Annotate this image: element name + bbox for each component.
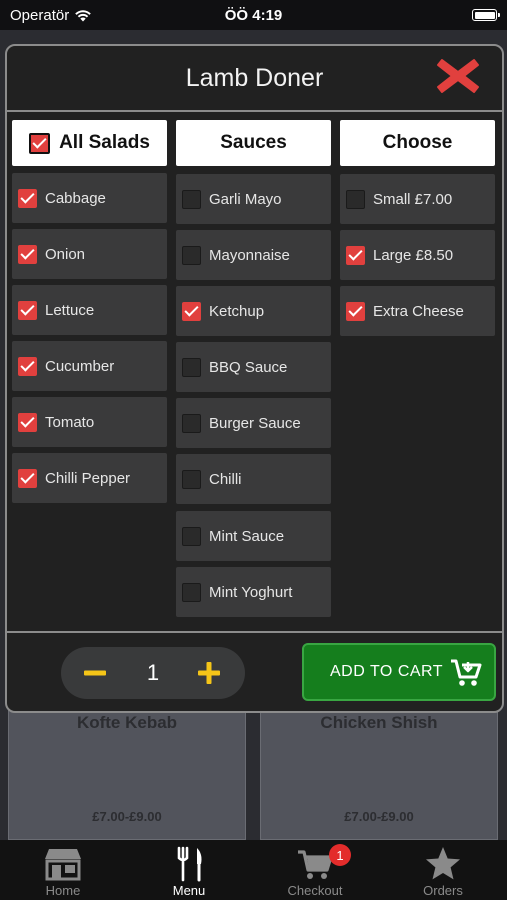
sauces-header: Sauces	[176, 120, 331, 166]
option-label: Small £7.00	[373, 190, 453, 208]
status-left: Operatör	[10, 7, 92, 24]
store-icon	[45, 849, 81, 881]
option-cabbage[interactable]: Cabbage	[12, 173, 167, 223]
checkbox[interactable]	[182, 469, 201, 489]
fork-knife-icon	[177, 846, 202, 882]
checkbox[interactable]	[346, 301, 365, 321]
option-label: Ketchup	[209, 302, 265, 320]
checkbox[interactable]	[182, 582, 201, 602]
checkbox[interactable]	[182, 301, 201, 321]
wifi-icon	[75, 9, 92, 21]
option-mint-sauce[interactable]: Mint Sauce	[176, 511, 331, 561]
column-header-label: All Salads	[59, 132, 150, 153]
option-label: Cabbage	[45, 189, 106, 207]
modal-footer: 1 ADD TO CART	[7, 631, 502, 711]
tab-orders[interactable]: Orders	[380, 840, 506, 900]
checkbox[interactable]	[182, 245, 201, 265]
quantity-value: 1	[146, 660, 160, 685]
checkbox[interactable]	[18, 244, 37, 264]
star-icon	[426, 847, 460, 880]
plus-icon[interactable]	[191, 655, 227, 691]
option-tomato[interactable]: Tomato	[12, 397, 167, 447]
column-header-label: Sauces	[220, 132, 287, 153]
option-large[interactable]: Large £8.50	[340, 230, 495, 280]
modal-header: Lamb Doner	[7, 46, 502, 112]
option-label: Tomato	[45, 413, 95, 431]
choose-header: Choose	[340, 120, 495, 166]
battery-fill	[474, 11, 495, 19]
option-burger-sauce[interactable]: Burger Sauce	[176, 398, 331, 448]
tab-label: Home	[45, 883, 81, 898]
checkbox[interactable]	[18, 356, 37, 376]
product-options-modal: Lamb Doner All Salads Sauces Choose Cabb…	[5, 44, 504, 713]
all-salads-header[interactable]: All Salads	[12, 120, 167, 166]
option-chilli-pepper[interactable]: Chilli Pepper	[12, 453, 167, 503]
tab-label: Checkout	[287, 883, 343, 898]
option-label: Mint Sauce	[209, 527, 285, 545]
add-to-cart-button[interactable]: ADD TO CART	[302, 643, 496, 701]
option-ketchup[interactable]: Ketchup	[176, 286, 331, 336]
option-label: Cucumber	[45, 357, 115, 375]
cart-count-badge: 1	[329, 844, 351, 866]
tab-home[interactable]: Home	[0, 840, 126, 900]
option-label: Chilli	[209, 470, 242, 488]
checkbox[interactable]	[18, 300, 37, 320]
menu-card-chicken-shish[interactable]: Chicken Shish £7.00-£9.00	[260, 700, 498, 840]
menu-card-title: Kofte Kebab	[76, 713, 178, 732]
tab-label: Orders	[423, 883, 463, 898]
option-label: Garli Mayo	[209, 190, 282, 208]
option-garli-mayo[interactable]: Garli Mayo	[176, 174, 331, 224]
tab-bar: Home Menu 1 Checkout Orders	[0, 840, 507, 900]
option-label: Mint Yoghurt	[209, 583, 293, 601]
option-extra-cheese[interactable]: Extra Cheese	[340, 286, 495, 336]
all-salads-checkbox[interactable]	[29, 132, 51, 154]
menu-card-title: Chicken Shish	[320, 713, 438, 732]
option-label: Large £8.50	[373, 246, 454, 264]
tab-label: Menu	[172, 883, 206, 898]
option-label: Chilli Pepper	[45, 469, 131, 487]
option-label: Onion	[45, 245, 86, 263]
menu-card-kofte-kebab[interactable]: Kofte Kebab £7.00-£9.00	[8, 700, 246, 840]
option-label: Lettuce	[45, 301, 95, 319]
checkbox[interactable]	[346, 245, 365, 265]
checkbox[interactable]	[182, 189, 201, 209]
option-bbq-sauce[interactable]: BBQ Sauce	[176, 342, 331, 392]
option-label: BBQ Sauce	[209, 358, 288, 376]
option-label: Burger Sauce	[209, 414, 301, 432]
close-icon[interactable]	[436, 56, 480, 96]
checkbox[interactable]	[18, 412, 37, 432]
checkbox[interactable]	[182, 357, 201, 377]
option-label: Mayonnaise	[209, 246, 290, 264]
status-bar: Operatör ÖÖ 4:19	[0, 0, 507, 30]
add-to-cart-label: ADD TO CART	[330, 663, 444, 680]
option-cucumber[interactable]: Cucumber	[12, 341, 167, 391]
option-lettuce[interactable]: Lettuce	[12, 285, 167, 335]
checkbox[interactable]	[18, 188, 37, 208]
modal-title: Lamb Doner	[185, 64, 324, 92]
option-chilli[interactable]: Chilli	[176, 454, 331, 504]
menu-card-price: £7.00-£9.00	[92, 809, 162, 824]
add-to-cart-icon	[451, 659, 482, 686]
checkbox[interactable]	[182, 413, 201, 433]
minus-icon[interactable]	[77, 655, 113, 691]
option-onion[interactable]: Onion	[12, 229, 167, 279]
column-header-label: Choose	[382, 132, 453, 153]
battery-icon	[472, 9, 500, 21]
checkbox[interactable]	[182, 526, 201, 546]
option-small[interactable]: Small £7.00	[340, 174, 495, 224]
checkbox[interactable]	[18, 468, 37, 488]
menu-card-price: £7.00-£9.00	[344, 809, 414, 824]
option-mayonnaise[interactable]: Mayonnaise	[176, 230, 331, 280]
quantity-stepper: 1	[61, 647, 245, 699]
carrier-name: Operatör	[10, 6, 70, 24]
checkbox[interactable]	[346, 189, 365, 209]
option-mint-yoghurt[interactable]: Mint Yoghurt	[176, 567, 331, 617]
tab-menu[interactable]: Menu	[126, 840, 252, 900]
option-label: Extra Cheese	[373, 302, 464, 320]
tab-checkout[interactable]: 1 Checkout	[252, 840, 378, 900]
